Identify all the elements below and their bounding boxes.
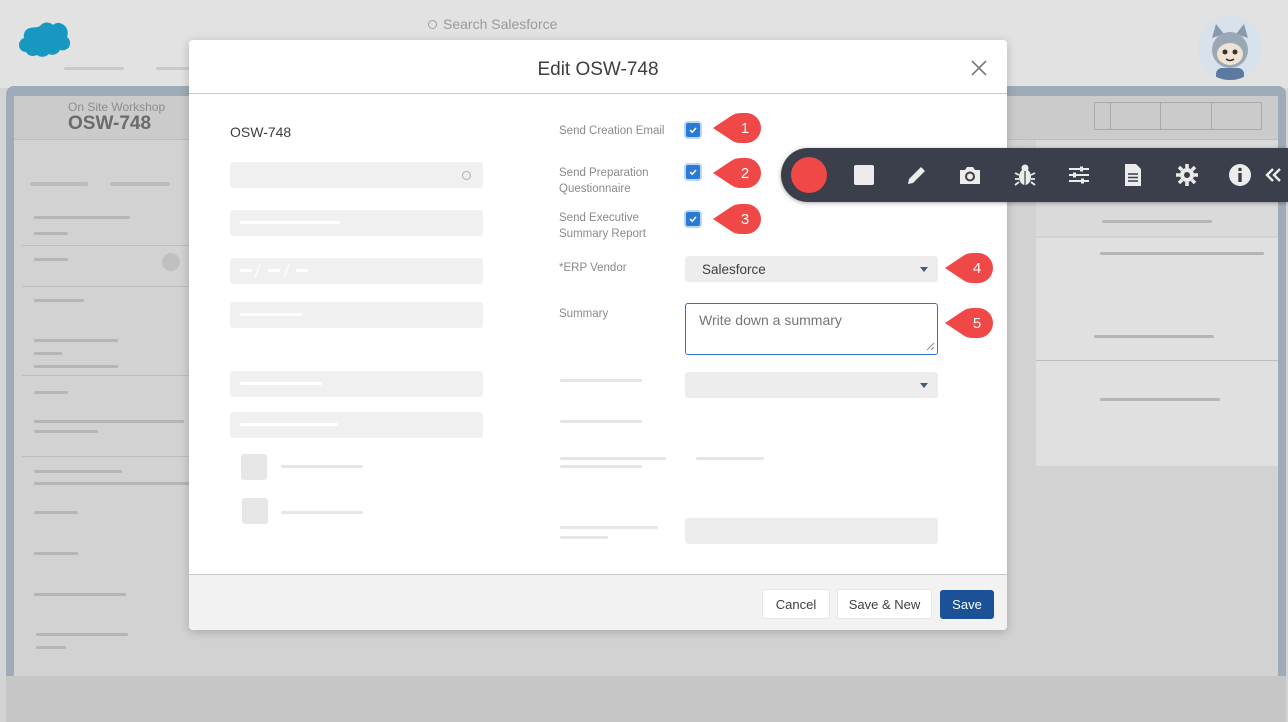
- side-panel-divider: [1036, 360, 1278, 361]
- callout-marker: 2: [711, 158, 761, 188]
- file-icon: [241, 454, 267, 480]
- recorder-toolbar: [781, 148, 1288, 202]
- utility-bar: [6, 676, 1286, 722]
- nav-item-placeholder: [156, 67, 190, 70]
- modal-footer: Cancel Save & New Save: [189, 574, 1007, 630]
- label-line: Questionnaire: [559, 183, 631, 195]
- label-line: Send Executive: [559, 212, 639, 224]
- modal-header: Edit OSW-748: [189, 40, 1007, 94]
- resize-handle-icon[interactable]: [926, 342, 935, 351]
- placeholder-line: [281, 465, 363, 468]
- user-avatar[interactable]: [1198, 16, 1262, 80]
- search-icon: [462, 171, 471, 180]
- callout-number: 4: [972, 259, 982, 277]
- placeholder-label: [560, 379, 642, 382]
- edit-record-modal: Edit OSW-748 OSW-748 Send Creation Email…: [189, 40, 1007, 630]
- callout-number: 2: [740, 164, 750, 182]
- chevron-down-icon: [920, 383, 928, 388]
- callout-marker: 3: [711, 204, 761, 234]
- checkmark-icon: [689, 216, 697, 223]
- search-placeholder: Search Salesforce: [443, 16, 558, 32]
- placeholder-field[interactable]: [685, 518, 938, 544]
- placeholder-label: [560, 465, 642, 468]
- summary-textarea[interactable]: [685, 303, 938, 355]
- astro-avatar-icon: [1198, 16, 1262, 80]
- cancel-button[interactable]: Cancel: [762, 589, 830, 619]
- side-panel: [1036, 238, 1278, 466]
- lookup-search-field[interactable]: [230, 162, 483, 188]
- info-icon[interactable]: [1228, 163, 1252, 187]
- close-icon[interactable]: [968, 57, 990, 79]
- nav-item-placeholder: [64, 67, 124, 70]
- stop-icon[interactable]: [852, 163, 876, 187]
- placeholder-field[interactable]: [230, 210, 483, 236]
- record-detail-list: [14, 156, 194, 676]
- send-executive-summary-label: Send Executive Summary Report: [559, 210, 669, 242]
- placeholder-label: [560, 526, 658, 529]
- gear-icon[interactable]: [1175, 163, 1199, 187]
- label-line: Summary Report: [559, 228, 646, 240]
- chevron-down-icon: [920, 267, 928, 272]
- sliders-icon[interactable]: [1067, 163, 1091, 187]
- send-executive-summary-checkbox[interactable]: [686, 212, 700, 226]
- record-type-label: On Site Workshop: [68, 100, 166, 114]
- salesforce-logo[interactable]: [18, 20, 74, 60]
- side-panel-line: [1100, 398, 1220, 401]
- camera-icon[interactable]: [958, 163, 982, 187]
- send-creation-email-label: Send Creation Email: [559, 125, 665, 137]
- record-button[interactable]: [791, 157, 827, 193]
- search-icon: [428, 20, 437, 29]
- modal-title: Edit OSW-748: [537, 59, 659, 80]
- callout-marker: 4: [943, 253, 993, 283]
- send-preparation-questionnaire-checkbox[interactable]: [686, 165, 700, 179]
- callout-marker: 1: [711, 113, 761, 143]
- callout-number: 1: [740, 119, 750, 137]
- callout-number: 3: [740, 210, 750, 228]
- collapse-chevrons-icon[interactable]: [1264, 163, 1284, 187]
- erp-vendor-select[interactable]: Salesforce: [685, 256, 938, 282]
- send-preparation-questionnaire-label: Send Preparation Questionnaire: [559, 165, 669, 197]
- placeholder-label: [560, 457, 666, 460]
- side-panel-line: [1100, 252, 1264, 255]
- side-panel-line: [1102, 220, 1212, 223]
- placeholder-field[interactable]: [230, 371, 483, 397]
- erp-vendor-value: Salesforce: [702, 262, 766, 277]
- record-title: OSW-748: [68, 113, 152, 134]
- save-button[interactable]: Save: [940, 590, 994, 619]
- date-field[interactable]: [230, 258, 483, 284]
- summary-label: Summary: [559, 308, 609, 320]
- send-creation-email-checkbox[interactable]: [686, 123, 700, 137]
- record-name-field: OSW-748: [230, 124, 292, 140]
- placeholder-field[interactable]: [230, 412, 483, 438]
- label-line: Send Preparation: [559, 167, 649, 179]
- checkmark-icon: [689, 169, 697, 176]
- pencil-icon[interactable]: [905, 163, 929, 187]
- checkmark-icon: [689, 127, 697, 134]
- header-button-group[interactable]: [1094, 102, 1262, 130]
- placeholder-field[interactable]: [230, 302, 483, 328]
- placeholder-label: [560, 536, 608, 539]
- placeholder-label: [560, 420, 642, 423]
- callout-marker: 5: [943, 308, 993, 338]
- placeholder-line: [281, 511, 363, 514]
- global-search[interactable]: Search Salesforce: [428, 16, 557, 32]
- placeholder-value: [696, 457, 764, 460]
- callout-number: 5: [972, 314, 982, 332]
- placeholder-select[interactable]: [685, 372, 938, 398]
- document-icon[interactable]: [1121, 163, 1145, 187]
- factory-icon: [242, 498, 268, 524]
- side-panel-line: [1094, 335, 1214, 338]
- bug-icon[interactable]: [1013, 163, 1037, 187]
- save-and-new-button[interactable]: Save & New: [837, 589, 932, 619]
- erp-vendor-label: *ERP Vendor: [559, 262, 627, 274]
